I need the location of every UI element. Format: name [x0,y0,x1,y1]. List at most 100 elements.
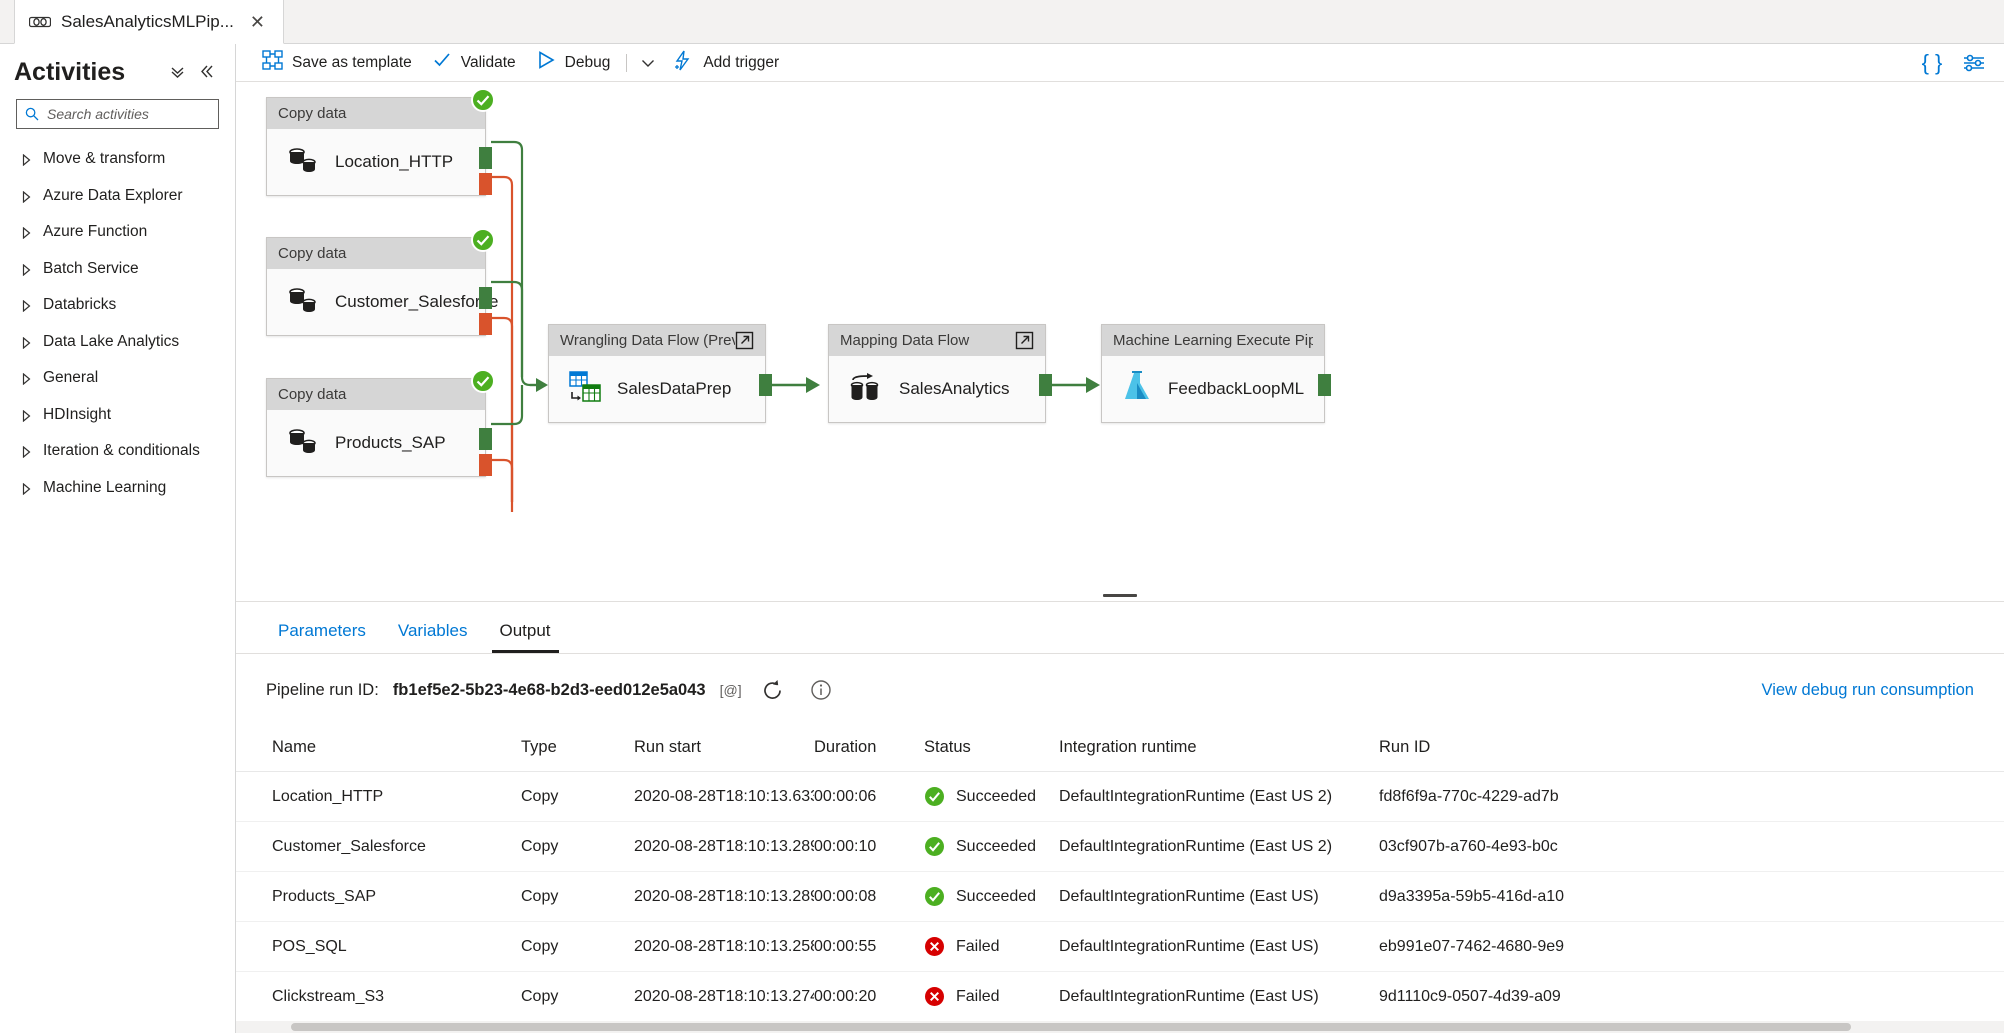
cell-run-start: 2020-08-28T18:10:13.274 [634,971,814,1022]
cell-run-id: eb991e07-7462-4680-9e9 [1379,921,2004,972]
debug-button[interactable]: Debug [526,46,621,80]
success-output-port[interactable] [479,287,492,309]
node-type-label: Copy data [278,386,347,403]
success-output-port[interactable] [759,374,772,396]
horizontal-scrollbar[interactable] [236,1021,2004,1033]
validate-button[interactable]: Validate [422,46,526,80]
failure-output-port[interactable] [479,313,492,335]
search-icon [25,107,39,121]
panel-splitter[interactable] [236,589,2004,601]
column-header-run-start[interactable]: Run start [634,726,814,772]
open-external-icon[interactable] [1015,331,1034,350]
column-header-run-id[interactable]: Run ID [1379,726,2004,772]
sidebar-item-azure-data-explorer[interactable]: Azure Data Explorer [0,178,235,215]
cell-type: Copy [521,871,634,922]
tab-output[interactable]: Output [488,621,563,653]
pipeline-run-id-row: Pipeline run ID: fb1ef5e2-5b23-4e68-b2d3… [236,654,2004,726]
activity-node-products-sap[interactable]: Copy data Products_SAP [266,369,495,477]
sidebar-item-data-lake-analytics[interactable]: Data Lake Analytics [0,324,235,361]
column-header-name[interactable]: Name [236,726,521,772]
mapping-dataflow-icon [849,372,883,407]
table-row[interactable]: Location_HTTP Copy 2020-08-28T18:10:13.6… [236,771,2004,822]
activity-node-location-http[interactable]: Copy data Location_HTTP [266,88,495,196]
open-external-icon[interactable] [735,331,754,350]
cell-status: Succeeded [924,821,1059,872]
sidebar-item-move-transform[interactable]: Move & transform [0,141,235,178]
info-icon[interactable] [804,673,838,707]
activity-node-salesanalytics[interactable]: Mapping Data Flow SalesAnalytics [828,324,1052,423]
save-as-template-button[interactable]: Save as template [252,46,422,80]
chevron-right-icon [22,190,31,204]
cell-integration-runtime: DefaultIntegrationRuntime (East US) [1059,921,1379,972]
success-output-port[interactable] [479,428,492,450]
sidebar-item-databricks[interactable]: Databricks [0,287,235,324]
cell-status: Succeeded [924,871,1059,922]
add-trigger-button[interactable]: Add trigger [663,46,789,80]
sidebar-item-general[interactable]: General [0,360,235,397]
cell-run-id: d9a3395a-59b5-416d-a10 [1379,871,2004,922]
cell-run-start: 2020-08-28T18:10:13.258 [634,921,814,972]
column-header-type[interactable]: Type [521,726,634,772]
debug-options-dropdown[interactable] [633,46,663,80]
status-badge: Failed [956,937,1000,955]
failure-output-port[interactable] [479,173,492,195]
chevron-right-icon [22,153,31,167]
view-debug-run-consumption-link[interactable]: View debug run consumption [1761,681,1974,700]
column-header-duration[interactable]: Duration [814,726,924,772]
cell-status: Succeeded [924,771,1059,822]
sidebar-item-label: Iteration & conditionals [43,442,200,460]
table-row[interactable]: Products_SAP Copy 2020-08-28T18:10:13.28… [236,871,2004,922]
pipeline-canvas[interactable]: Copy data Location_HTTP Copy data Custom… [236,82,2004,595]
close-icon[interactable]: ✕ [246,11,269,33]
search-container [0,93,235,129]
table-row[interactable]: Customer_Salesforce Copy 2020-08-28T18:1… [236,821,2004,872]
sidebar-header: Activities [0,44,235,93]
cell-integration-runtime: DefaultIntegrationRuntime (East US 2) [1059,771,1379,822]
node-body: Products_SAP [267,410,485,476]
sidebar-item-iteration-conditionals[interactable]: Iteration & conditionals [0,433,235,470]
scrollbar-thumb[interactable] [291,1023,1851,1031]
activity-category-list: Move & transform Azure Data Explorer Azu… [0,141,235,506]
sidebar-item-azure-function[interactable]: Azure Function [0,214,235,251]
success-output-port[interactable] [479,147,492,169]
column-header-status[interactable]: Status [924,726,1059,772]
collapse-pane-icon[interactable] [192,61,221,85]
cell-type: Copy [521,771,634,822]
collapse-all-icon[interactable] [163,61,192,85]
failure-output-port[interactable] [479,454,492,476]
refresh-icon[interactable] [756,673,790,707]
table-row[interactable]: Clickstream_S3 Copy 2020-08-28T18:10:13.… [236,971,2004,1022]
status-success-icon [924,786,945,807]
code-view-icon[interactable]: { } [1912,46,1952,80]
copy-run-id-icon[interactable]: [@] [720,682,742,698]
activity-node-feedbackloopml[interactable]: Machine Learning Execute Pipeline Feedba… [1101,324,1331,423]
search-box[interactable] [16,99,219,129]
check-icon [432,50,452,75]
column-header-integration-runtime[interactable]: Integration runtime [1059,726,1379,772]
activity-node-customer-salesforce[interactable]: Copy data Customer_Salesforce [266,228,498,336]
pipeline-tab[interactable]: SalesAnalyticsMLPip... ✕ [14,0,284,44]
table-header-row: Name Type Run start Duration Status Inte… [236,726,2004,772]
sidebar-item-hdinsight[interactable]: HDInsight [0,397,235,434]
search-input[interactable] [47,106,210,122]
success-output-port[interactable] [1318,374,1331,396]
cell-duration: 00:00:06 [814,771,924,822]
save-as-template-label: Save as template [292,53,412,71]
code-braces-icon: { } [1921,49,1943,75]
sidebar-item-label: Machine Learning [43,478,167,496]
tab-strip: SalesAnalyticsMLPip... ✕ [0,0,2004,44]
splitter-grip [1103,593,1137,597]
database-copy-icon [287,285,319,320]
activity-node-salesdataprep[interactable]: Wrangling Data Flow (Preview) [548,324,772,423]
node-body: FeedbackLoopML [1102,356,1324,422]
properties-panel-icon[interactable] [1954,46,1994,80]
cell-integration-runtime: DefaultIntegrationRuntime (East US 2) [1059,821,1379,872]
sidebar-item-batch-service[interactable]: Batch Service [0,251,235,288]
cell-duration: 00:00:08 [814,871,924,922]
tab-parameters[interactable]: Parameters [266,621,378,653]
table-row[interactable]: POS_SQL Copy 2020-08-28T18:10:13.258 00:… [236,921,2004,972]
sidebar-item-machine-learning[interactable]: Machine Learning [0,470,235,507]
success-output-port[interactable] [1039,374,1052,396]
tab-variables[interactable]: Variables [386,621,480,653]
flask-icon [1122,371,1152,407]
